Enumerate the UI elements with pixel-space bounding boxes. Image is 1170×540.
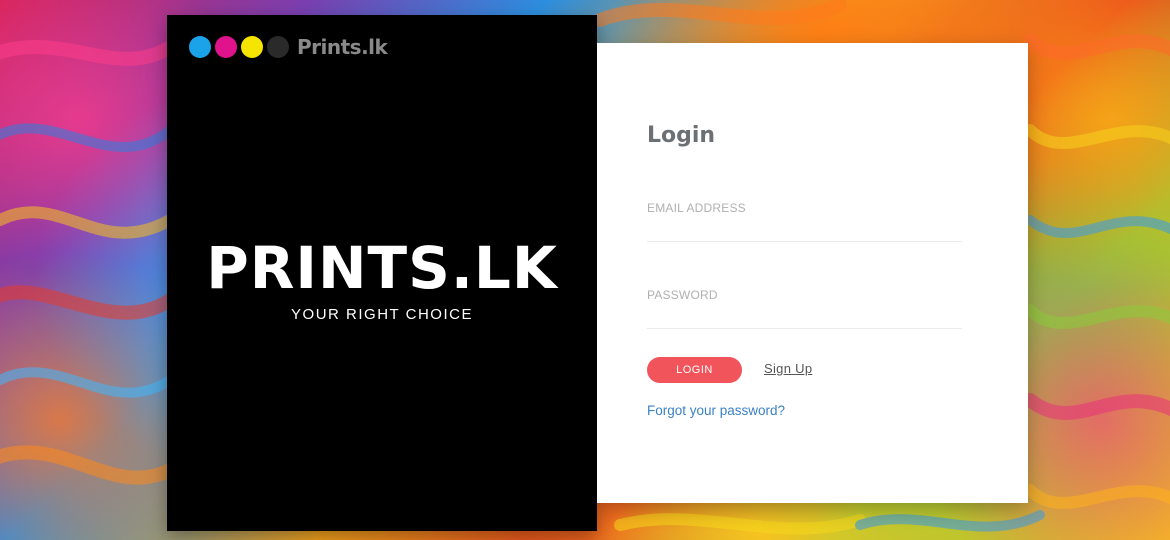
password-input[interactable] — [647, 302, 962, 329]
sign-up-link[interactable]: Sign Up — [764, 361, 812, 376]
email-input[interactable] — [647, 215, 962, 242]
login-heading: Login — [647, 123, 716, 148]
logo-dot-yellow — [241, 36, 263, 58]
login-panel: Login EMAIL ADDRESS PASSWORD LOGIN Sign … — [597, 43, 1028, 503]
brand-title: PRINTS.LK — [206, 234, 558, 302]
logo-dot-black — [267, 36, 289, 58]
brand-panel: Prints.lk PRINTS.LK YOUR RIGHT CHOICE — [167, 15, 597, 531]
brand-tagline: YOUR RIGHT CHOICE — [291, 306, 473, 323]
email-label: EMAIL ADDRESS — [647, 201, 746, 215]
logo-text: Prints.lk — [297, 35, 388, 59]
logo-dot-cyan — [189, 36, 211, 58]
logo-dot-magenta — [215, 36, 237, 58]
password-label: PASSWORD — [647, 288, 718, 302]
logo: Prints.lk — [189, 35, 388, 59]
forgot-password-link[interactable]: Forgot your password? — [647, 403, 785, 418]
login-button[interactable]: LOGIN — [647, 357, 742, 383]
